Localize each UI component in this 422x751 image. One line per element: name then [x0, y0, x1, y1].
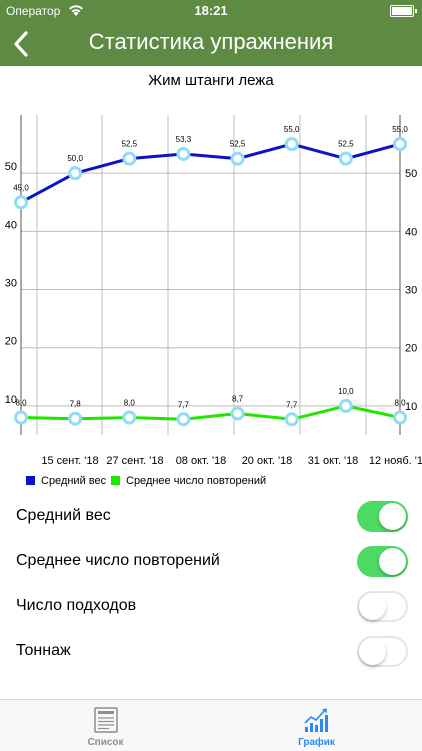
legend-swatch-weight: [26, 476, 35, 485]
chart-title: Жим штанги лежа: [148, 72, 274, 89]
data-label: 7,7: [286, 400, 298, 409]
data-label: 10,0: [338, 387, 354, 396]
data-label: 8,7: [232, 394, 244, 403]
toggle-row-tonnage: Тоннаж: [0, 630, 422, 675]
data-point-marker: [68, 411, 83, 426]
x-tick-label: 12 нояб. '18: [369, 455, 422, 467]
status-bar: Оператор 18:21: [0, 0, 422, 22]
data-point-marker: [122, 410, 137, 425]
y-tick-label-right: 40: [405, 226, 417, 238]
data-point-marker: [230, 406, 245, 421]
page-title: Статистика упражнения: [88, 29, 334, 54]
data-point-marker: [68, 166, 83, 181]
data-point-marker: [176, 146, 191, 161]
toggle-row-avg-reps: Среднее число повторений: [0, 540, 422, 585]
data-label: 8,0: [124, 399, 136, 408]
legend-label-weight: Средний вес: [41, 475, 107, 487]
legend-item-reps: Среднее число повторений: [111, 475, 266, 487]
legend-swatch-reps: [111, 476, 120, 485]
data-label: 52,5: [121, 140, 137, 149]
data-label: 7,8: [70, 400, 82, 409]
toggle-row-sets-count: Число подходов: [0, 585, 422, 630]
toggle-switch-avg-weight[interactable]: [357, 501, 408, 532]
toggle-label-avg-reps: Среднее число повторений: [16, 552, 220, 569]
tab-chart-label: График: [298, 737, 335, 748]
tab-bar: Список График: [0, 699, 422, 751]
data-label: 50,0: [67, 154, 83, 163]
y-tick-label-right: 10: [405, 401, 417, 413]
legend-item-weight: Средний вес: [26, 475, 106, 487]
data-label: 8,0: [15, 399, 27, 408]
data-point-marker: [393, 410, 407, 425]
y-tick-label-right: 20: [405, 343, 417, 355]
data-point-marker: [284, 412, 299, 427]
toggle-label-sets-count: Число подходов: [16, 597, 137, 614]
chart-icon: [304, 708, 328, 732]
battery-icon: [390, 5, 417, 17]
data-label: 45,0: [13, 183, 29, 192]
x-tick-label: 15 сент. '18: [41, 455, 98, 467]
data-point-marker: [284, 137, 299, 152]
toggle-row-avg-weight: Средний вес: [0, 495, 422, 540]
data-label: 53,3: [176, 135, 192, 144]
x-tick-label: 20 окт. '18: [242, 455, 293, 467]
x-tick-label: 08 окт. '18: [176, 455, 227, 467]
data-label: 52,5: [230, 140, 246, 149]
tab-list[interactable]: Список: [0, 700, 211, 751]
data-label: 52,5: [338, 140, 354, 149]
tab-chart[interactable]: График: [211, 700, 422, 751]
y-tick-label-left: 30: [5, 278, 17, 290]
navigation-bar: Статистика упражнения: [0, 22, 422, 66]
data-point-marker: [230, 151, 245, 166]
data-point-marker: [14, 410, 28, 425]
data-point-marker: [176, 412, 191, 427]
status-time: 18:21: [194, 3, 228, 18]
data-point-marker: [338, 151, 353, 166]
legend-label-reps: Среднее число повторений: [126, 475, 267, 487]
y-tick-label-right: 30: [405, 285, 417, 297]
toggle-switch-avg-reps[interactable]: [357, 546, 408, 577]
data-point-marker: [122, 151, 137, 166]
data-label: 7,7: [178, 400, 190, 409]
exercise-line-chart: 1010202030304040505015 сент. '18 27 сент.…: [5, 115, 422, 467]
x-tick-label: 31 окт. '18: [308, 455, 359, 467]
toggle-label-tonnage: Тоннаж: [16, 642, 71, 659]
list-icon: [94, 707, 118, 733]
y-tick-label-right: 50: [405, 168, 417, 180]
tab-list-label: Список: [87, 737, 124, 748]
toggle-switch-sets-count[interactable]: [357, 591, 408, 622]
data-point-marker: [338, 398, 353, 413]
toggle-label-avg-weight: Средний вес: [16, 507, 111, 524]
y-tick-label-left: 50: [5, 161, 17, 173]
data-point-marker: [14, 195, 28, 210]
data-label: 55,0: [284, 125, 300, 134]
data-label: 55,0: [392, 125, 408, 134]
x-tick-label: 27 сент. '18: [106, 455, 163, 467]
data-point-marker: [393, 137, 407, 152]
toggle-switch-tonnage[interactable]: [357, 636, 408, 667]
data-label: 8,0: [394, 399, 406, 408]
y-tick-label-left: 20: [5, 336, 17, 348]
y-tick-label-left: 40: [5, 219, 17, 231]
